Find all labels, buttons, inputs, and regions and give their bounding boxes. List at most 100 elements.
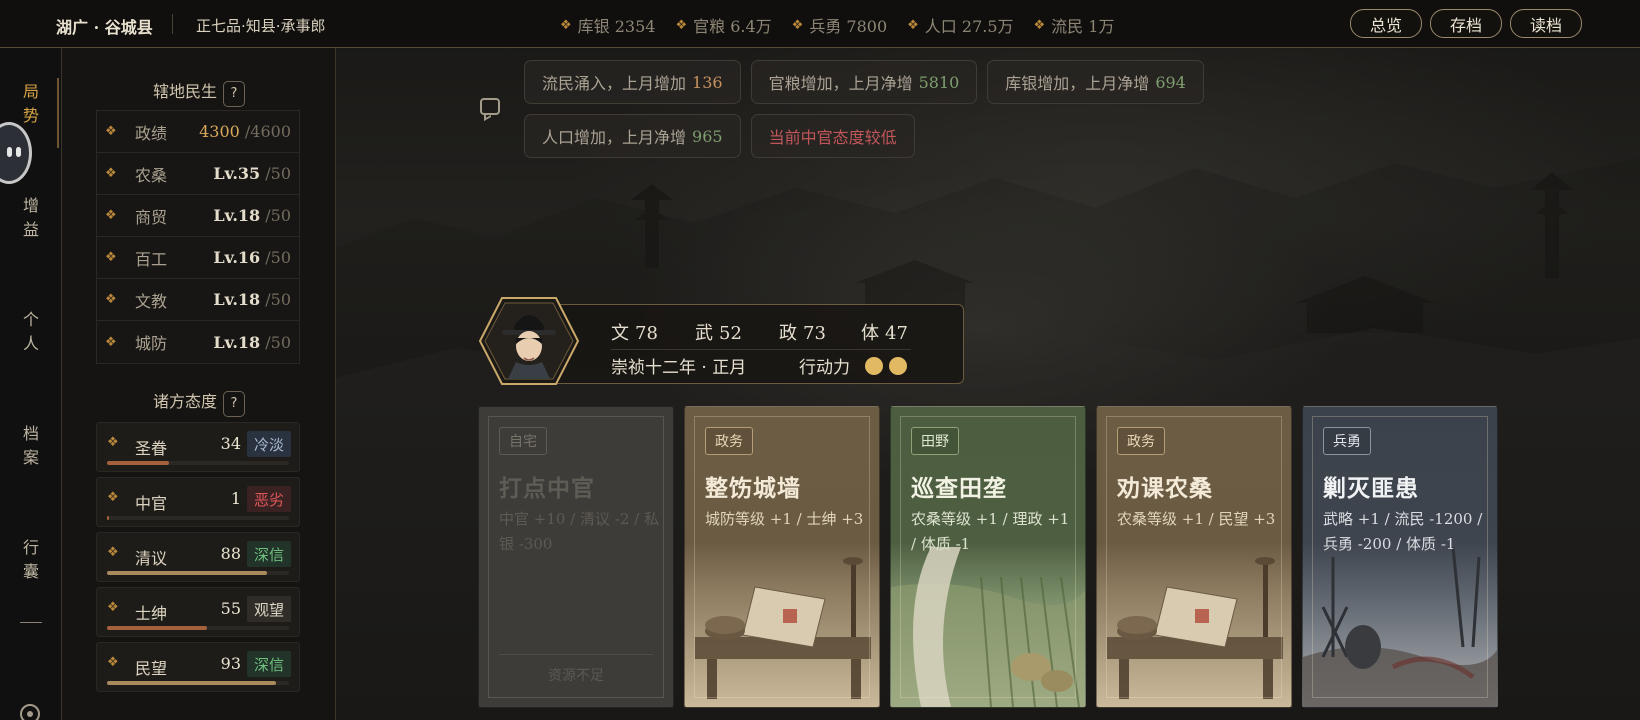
- people-icon: ❖: [107, 655, 119, 670]
- action-card-promote-agriculture[interactable]: 政务 劝课农桑 农桑等级 +1 / 民望 +3: [1096, 406, 1292, 708]
- card-frame: [694, 416, 870, 698]
- attitude-status-badge: 冷淡: [247, 431, 291, 457]
- card-category-tag: 政务: [1117, 427, 1165, 455]
- attitude-row-scholars: ❖ 清议 88 深信: [96, 532, 300, 582]
- card-category-tag: 自宅: [499, 427, 547, 455]
- attitude-row-people: ❖ 民望 93 深信: [96, 642, 300, 692]
- status-panel: 辖地民生? ❖ 政绩 4300 /4600 ❖ 农桑 Lv.35 /50 ❖ 商…: [62, 48, 336, 720]
- attitude-progress-fill: [107, 516, 109, 520]
- refugee-icon: ❖: [1033, 17, 1046, 33]
- resource-silver: ❖ 库银 2354: [560, 17, 656, 36]
- settings-icon[interactable]: [20, 704, 40, 720]
- silver-icon: ❖: [560, 17, 572, 33]
- top-bar: 湖广 · 谷城县 正七品·知县·承事郎 ❖ 库银 2354 ❖ 官粮 6.4万 ❖ 兵…: [0, 0, 1640, 48]
- resource-soldiers: ❖ 兵勇 7800: [791, 17, 888, 36]
- attitude-progress-track: [107, 626, 289, 630]
- save-button[interactable]: 存档: [1430, 9, 1502, 38]
- attitudes-title: 诸方态度?: [62, 388, 336, 417]
- card-title: 整饬城墙: [705, 475, 801, 502]
- action-card-suppress-bandits[interactable]: 兵勇 剿灭匪患 武略 +1 / 流民 -1200 / 兵勇 -200 / 体质 …: [1302, 406, 1498, 708]
- territory-title: 辖地民生?: [62, 78, 336, 107]
- card-frame: [1106, 416, 1282, 698]
- nav-item-inventory[interactable]: 行囊: [20, 536, 42, 584]
- card-effects: 城防等级 +1 / 士绅 +3: [705, 510, 864, 528]
- territory-help-button[interactable]: ?: [223, 81, 245, 107]
- attitude-progress-track: [107, 461, 289, 465]
- attitude-status-badge: 观望: [247, 596, 291, 622]
- stat-row-merit: ❖ 政绩 4300 /4600: [97, 111, 299, 153]
- nav-item-personal[interactable]: 个人: [20, 308, 42, 356]
- card-title: 打点中官: [499, 475, 595, 502]
- stat-row-education: ❖ 文教 Lv.18 /50: [97, 279, 299, 321]
- attr-literary: 文 78: [611, 323, 658, 344]
- news-item[interactable]: 官粮增加，上月净增 5810: [750, 60, 978, 104]
- nav-item-buffs[interactable]: 增益: [20, 194, 42, 242]
- emperor-icon: ❖: [107, 435, 119, 450]
- attitude-row-eunuch: ❖ 中官 1 恶劣: [96, 477, 300, 527]
- chat-icon[interactable]: [480, 98, 500, 115]
- character-card: 文 78 武 52 政 73 体 47 崇祯十二年 · 正月 行动力: [548, 304, 964, 384]
- attitude-row-emperor: ❖ 圣眷 34 冷淡: [96, 422, 300, 472]
- character-portrait[interactable]: [478, 296, 580, 386]
- action-card-bribe-eunuch[interactable]: 自宅 打点中官 中官 +10 / 清议 -2 / 私银 -300 资源不足: [478, 406, 674, 708]
- card-title: 劝课农桑: [1117, 475, 1213, 502]
- attitude-status-badge: 深信: [247, 541, 291, 567]
- scholar-icon: ❖: [107, 545, 119, 560]
- news-item-warning[interactable]: 当前中官态度较低: [750, 114, 915, 158]
- defense-icon: ❖: [105, 334, 117, 350]
- attitude-progress-fill: [107, 681, 277, 685]
- resource-bar: ❖ 库银 2354 ❖ 官粮 6.4万 ❖ 兵勇 7800 ❖ 人口 27.5万 ❖ 流民…: [560, 13, 1114, 37]
- population-icon: ❖: [907, 17, 919, 33]
- card-title: 巡查田垄: [911, 475, 1007, 502]
- action-points-label: 行动力: [799, 358, 850, 378]
- gentry-icon: ❖: [107, 600, 119, 615]
- crafts-icon: ❖: [105, 250, 117, 265]
- action-card-inspect-fields[interactable]: 田野 巡查田垄 农桑等级 +1 / 理政 +1 / 体质 -1: [890, 406, 1086, 708]
- load-button[interactable]: 读档: [1510, 9, 1582, 38]
- divider: [172, 14, 173, 34]
- region-name: 湖广 · 谷城县: [56, 18, 153, 37]
- resource-population: ❖ 人口 27.5万: [907, 17, 1014, 36]
- game-date: 崇祯十二年 · 正月: [611, 358, 747, 378]
- card-effects: 农桑等级 +1 / 理政 +1 / 体质 -1: [911, 510, 1070, 553]
- attitude-progress-fill: [107, 626, 208, 630]
- territory-stats: ❖ 政绩 4300 /4600 ❖ 农桑 Lv.35 /50 ❖ 商贸 Lv.1…: [96, 110, 300, 364]
- merit-icon: ❖: [105, 124, 117, 139]
- card-frame: [1312, 416, 1488, 698]
- stat-row-crafts: ❖ 百工 Lv.16 /50: [97, 237, 299, 279]
- attitude-status-badge: 恶劣: [247, 486, 291, 512]
- card-effects: 中官 +10 / 清议 -2 / 私银 -300: [499, 510, 659, 553]
- attitude-progress-fill: [107, 461, 169, 465]
- stat-row-commerce: ❖ 商贸 Lv.18 /50: [97, 195, 299, 237]
- resource-refugees: ❖ 流民 1万: [1033, 17, 1115, 36]
- card-category-tag: 政务: [705, 427, 753, 455]
- divider: [611, 349, 911, 350]
- card-frame: [900, 416, 1076, 698]
- card-effects: 农桑等级 +1 / 民望 +3: [1117, 510, 1276, 528]
- news-item[interactable]: 流民涌入，上月增加 136: [524, 60, 741, 104]
- news-list: 流民涌入，上月增加 136 官粮增加，上月净增 5810 库银增加，上月净增 694 …: [524, 60, 1404, 158]
- overview-button[interactable]: 总览: [1350, 9, 1422, 38]
- resource-grain: ❖ 官粮 6.4万: [675, 17, 772, 36]
- attitudes-help-button[interactable]: ?: [223, 391, 245, 417]
- news-item[interactable]: 人口增加，上月净增 965: [524, 114, 741, 158]
- attitude-progress-fill: [107, 571, 268, 575]
- attr-physique: 体 47: [861, 323, 908, 344]
- nav-item-situation[interactable]: 局势: [20, 80, 42, 128]
- nav-item-archive[interactable]: 档案: [20, 422, 42, 470]
- action-point-icon: [889, 357, 907, 375]
- attitude-row-gentry: ❖ 士绅 55 观望: [96, 587, 300, 637]
- divider: [20, 622, 42, 623]
- attitude-list: ❖ 圣眷 34 冷淡 ❖ 中官 1 恶劣 ❖ 清议 88 深信 ❖ 士绅 55 …: [96, 422, 300, 697]
- attitude-progress-track: [107, 681, 289, 685]
- grain-icon: ❖: [675, 17, 688, 33]
- attitude-status-badge: 深信: [247, 651, 291, 677]
- news-item[interactable]: 库银增加，上月净增 694: [987, 60, 1204, 104]
- nav-active-indicator: [57, 78, 59, 148]
- card-effects: 武略 +1 / 流民 -1200 / 兵勇 -200 / 体质 -1: [1323, 510, 1483, 553]
- soldier-icon: ❖: [791, 17, 804, 33]
- attitude-progress-track: [107, 516, 289, 520]
- card-category-tag: 田野: [911, 427, 959, 455]
- stat-row-agriculture: ❖ 农桑 Lv.35 /50: [97, 153, 299, 195]
- action-card-repair-walls[interactable]: 政务 整饬城墙 城防等级 +1 / 士绅 +3: [684, 406, 880, 708]
